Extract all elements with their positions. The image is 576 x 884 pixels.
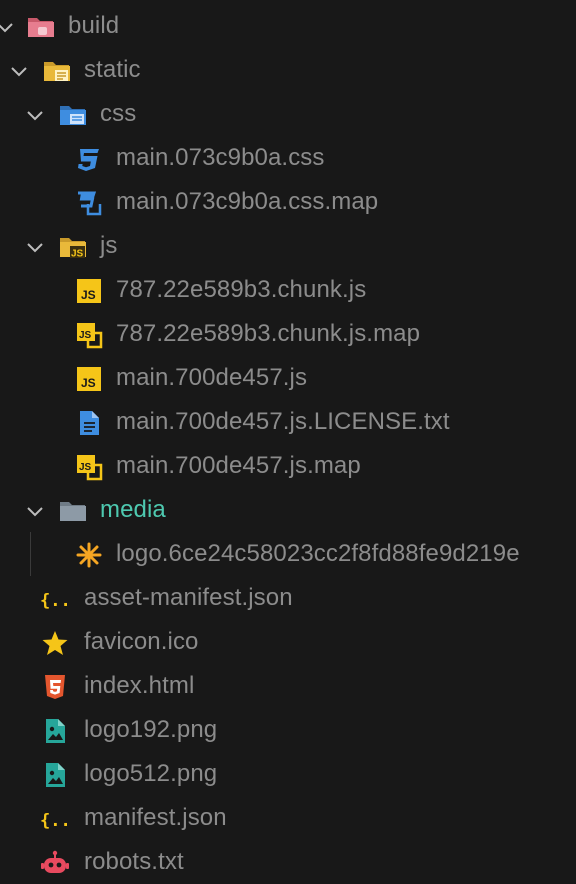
tree-item-label: asset-manifest.json (84, 584, 293, 611)
tree-item-label: robots.txt (84, 848, 184, 875)
chevron-down-icon[interactable] (24, 105, 46, 127)
robot-icon (41, 850, 69, 873)
tree-item-html-file[interactable]: index.html (0, 665, 576, 709)
tree-item-label: 787.22e589b3.chunk.js.map (116, 320, 421, 347)
svg-text:JS: JS (71, 249, 84, 260)
tree-item-label: main.700de457.js.LICENSE.txt (116, 408, 450, 435)
svg-text:JS: JS (79, 330, 92, 341)
tree-item-js-file[interactable]: JS main.700de457.js (0, 357, 576, 401)
tree-item-robots-file[interactable]: robots.txt (0, 841, 576, 884)
tree-item-label: favicon.ico (84, 628, 199, 655)
tree-item-js-file[interactable]: JS 787.22e589b3.chunk.js (0, 269, 576, 313)
tree-item-label: css (100, 100, 137, 127)
js-icon: JS (77, 367, 101, 391)
star-icon (42, 631, 68, 655)
tree-item-label: js (100, 232, 118, 259)
js-map-icon: JS (77, 323, 103, 349)
tree-item-static-folder[interactable]: static (0, 49, 576, 93)
tree-item-label: manifest.json (84, 804, 227, 831)
tree-item-css-folder[interactable]: css (0, 93, 576, 137)
tree-item-js-folder[interactable]: JS js (0, 225, 576, 269)
svg-text:{..}: {..} (40, 591, 70, 611)
tree-item-label: main.073c9b0a.css.map (116, 188, 379, 215)
js-map-icon: JS (77, 455, 103, 481)
folder-open-icon (60, 502, 86, 521)
tree-item-text-file[interactable]: main.700de457.js.LICENSE.txt (0, 401, 576, 445)
tree-item-label: main.073c9b0a.css (116, 144, 325, 171)
tree-item-label: 787.22e589b3.chunk.js (116, 276, 367, 303)
svg-text:JS: JS (81, 376, 96, 390)
tree-item-label: index.html (84, 672, 195, 699)
chevron-down-icon[interactable] (8, 61, 30, 83)
css-map-icon (78, 191, 102, 216)
css-icon (78, 149, 99, 171)
js-icon: JS (77, 279, 101, 303)
tree-item-label: media (100, 496, 166, 523)
tree-item-build-folder[interactable]: build (0, 5, 576, 49)
chevron-down-icon[interactable] (24, 501, 46, 523)
tree-item-json-file[interactable]: {..} manifest.json (0, 797, 576, 841)
tree-item-label: static (84, 56, 141, 83)
folder-open-icon: JS (60, 238, 86, 260)
svg-text:JS: JS (81, 288, 96, 302)
tree-item-image-file[interactable]: logo192.png (0, 709, 576, 753)
tree-item-label: logo.6ce24c58023cc2f8fd88fe9d219e (116, 540, 520, 567)
folder-open-icon (60, 106, 86, 125)
tree-item-media-folder[interactable]: media (0, 489, 576, 533)
folder-open-icon (44, 62, 70, 81)
text-file-icon (80, 411, 99, 435)
image-icon (46, 763, 65, 787)
tree-item-label: logo192.png (84, 716, 218, 743)
chevron-down-icon[interactable] (24, 237, 46, 259)
svg-asterisk-icon (76, 542, 102, 568)
json-icon: {..} (40, 811, 70, 831)
file-explorer-tree: build static css main.073c9b0a.css main.… (0, 0, 576, 884)
tree-item-js-map-file[interactable]: JS main.700de457.js.map (0, 445, 576, 489)
svg-text:JS: JS (79, 462, 92, 473)
html5-icon (45, 675, 65, 699)
tree-item-label: main.700de457.js.map (116, 452, 361, 479)
tree-item-image-file[interactable]: logo512.png (0, 753, 576, 797)
tree-item-label: build (68, 12, 120, 39)
tree-item-css-file[interactable]: main.073c9b0a.css (0, 137, 576, 181)
tree-item-label: main.700de457.js (116, 364, 308, 391)
tree-item-css-map-file[interactable]: main.073c9b0a.css.map (0, 181, 576, 225)
tree-item-label: logo512.png (84, 760, 218, 787)
svg-text:{..}: {..} (40, 811, 70, 831)
folder-open-icon (28, 18, 54, 37)
json-icon: {..} (40, 591, 70, 611)
tree-item-json-file[interactable]: {..} asset-manifest.json (0, 577, 576, 621)
tree-item-js-map-file[interactable]: JS 787.22e589b3.chunk.js.map (0, 313, 576, 357)
tree-item-svg-file[interactable]: logo.6ce24c58023cc2f8fd88fe9d219e (0, 533, 576, 577)
image-icon (46, 719, 65, 743)
chevron-down-icon[interactable] (0, 17, 16, 39)
tree-item-ico-file[interactable]: favicon.ico (0, 621, 576, 665)
